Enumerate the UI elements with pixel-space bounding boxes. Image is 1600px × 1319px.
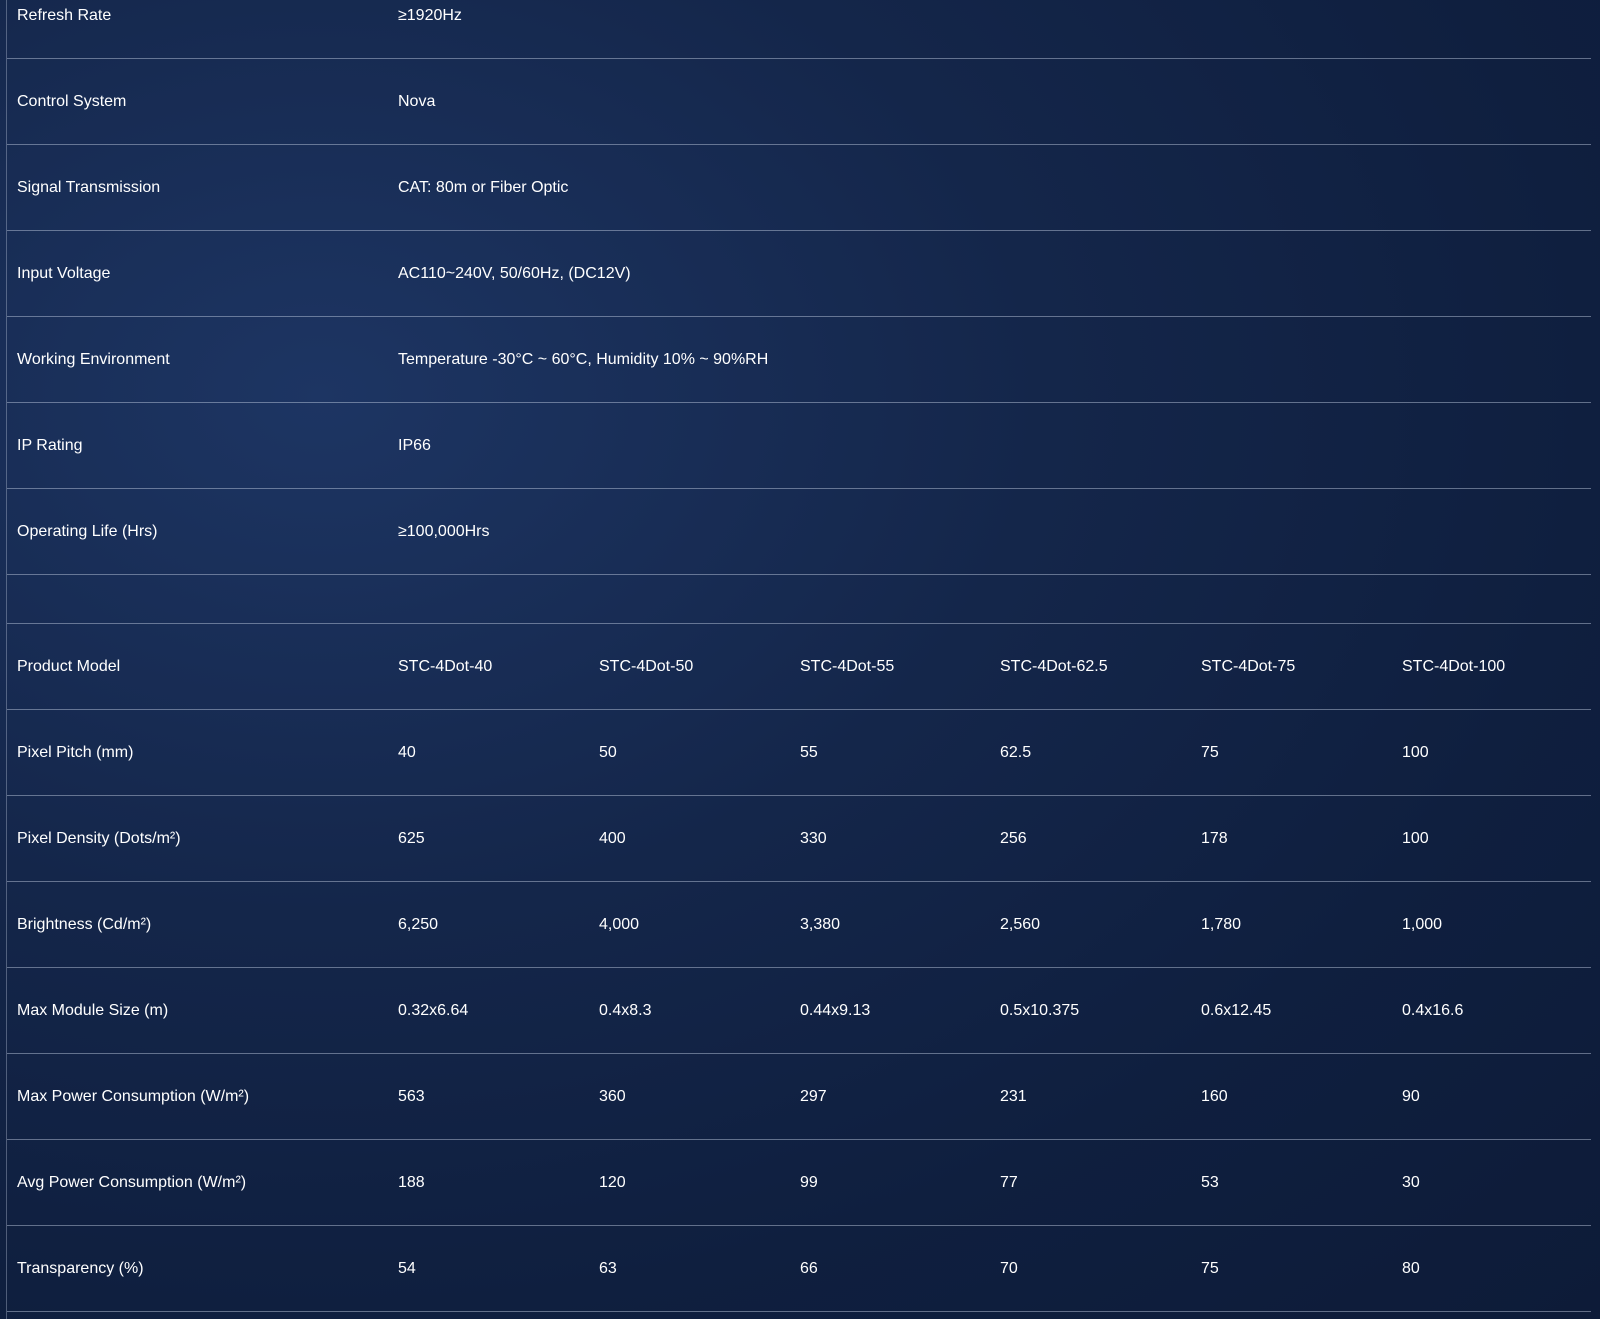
model-name: STC-4Dot-40 xyxy=(398,658,493,675)
table-cell: 90 xyxy=(1402,1088,1420,1105)
table-cell: 54 xyxy=(398,1260,416,1277)
table-cell: 6,250 xyxy=(398,916,439,933)
spec-label: Input Voltage xyxy=(17,265,111,282)
row-label: Product Model xyxy=(17,658,121,675)
table-cell: 55 xyxy=(800,744,818,761)
table-cell: 40 xyxy=(398,744,416,761)
spec-value: IP66 xyxy=(398,437,431,454)
spec-label: Operating Life (Hrs) xyxy=(17,523,158,540)
model-row-max-module-size: Max Module Size (m) 0.32x6.64 0.4x8.3 0.… xyxy=(7,968,1591,1054)
spec-value: ≥100,000Hrs xyxy=(398,523,490,540)
model-row-brightness: Brightness (Cd/m²) 6,250 4,000 3,380 2,5… xyxy=(7,882,1591,968)
spec-value: Temperature -30°C ~ 60°C, Humidity 10% ~… xyxy=(398,351,769,368)
model-row-transparency: Transparency (%) 54 63 66 70 75 80 xyxy=(7,1226,1591,1312)
spec-value: AC110~240V, 50/60Hz, (DC12V) xyxy=(398,265,631,282)
model-name: STC-4Dot-50 xyxy=(599,658,694,675)
spec-page: Refresh Rate ≥1920Hz Control System Nova… xyxy=(6,0,1591,1319)
model-row-avg-power: Avg Power Consumption (W/m²) 188 120 99 … xyxy=(7,1140,1591,1226)
table-cell: 0.32x6.64 xyxy=(398,1002,469,1019)
table-cell: 360 xyxy=(599,1088,626,1105)
table-cell: 625 xyxy=(398,830,425,847)
spec-label: Working Environment xyxy=(17,351,170,368)
table-cell: 563 xyxy=(398,1088,425,1105)
spec-row-input-voltage: Input Voltage AC110~240V, 50/60Hz, (DC12… xyxy=(7,231,1591,317)
spec-label: Control System xyxy=(17,93,127,110)
row-label: Brightness (Cd/m²) xyxy=(17,916,152,933)
table-cell: 75 xyxy=(1201,744,1219,761)
spec-value: ≥1920Hz xyxy=(398,7,462,24)
table-cell: 100 xyxy=(1402,744,1429,761)
row-label: Transparency (%) xyxy=(17,1260,144,1277)
table-spacer xyxy=(7,575,1591,624)
spec-row-signal-transmission: Signal Transmission CAT: 80m or Fiber Op… xyxy=(7,145,1591,231)
table-cell: 188 xyxy=(398,1174,425,1191)
table-cell: 53 xyxy=(1201,1174,1219,1191)
table-cell: 4,000 xyxy=(599,916,640,933)
spec-row-ip-rating: IP Rating IP66 xyxy=(7,403,1591,489)
table-cell: 231 xyxy=(1000,1088,1027,1105)
model-header-row: Product Model STC-4Dot-40 STC-4Dot-50 ST… xyxy=(7,624,1591,710)
spec-label: Signal Transmission xyxy=(17,179,161,196)
spec-row-working-environment: Working Environment Temperature -30°C ~ … xyxy=(7,317,1591,403)
row-label: Pixel Pitch (mm) xyxy=(17,744,134,761)
row-label: Max Power Consumption (W/m²) xyxy=(17,1088,250,1105)
table-cell: 75 xyxy=(1201,1260,1219,1277)
model-row-max-power: Max Power Consumption (W/m²) 563 360 297… xyxy=(7,1054,1591,1140)
model-comparison-table: Product Model STC-4Dot-40 STC-4Dot-50 ST… xyxy=(7,624,1591,1312)
table-cell: 0.6x12.45 xyxy=(1201,1002,1272,1019)
spec-row-control-system: Control System Nova xyxy=(7,59,1591,145)
table-cell: 256 xyxy=(1000,830,1027,847)
spec-row-operating-life: Operating Life (Hrs) ≥100,000Hrs xyxy=(7,489,1591,575)
table-cell: 30 xyxy=(1402,1174,1420,1191)
table-cell: 0.4x16.6 xyxy=(1402,1002,1464,1019)
table-cell: 99 xyxy=(800,1174,818,1191)
table-cell: 160 xyxy=(1201,1088,1228,1105)
spec-label: IP Rating xyxy=(17,437,83,454)
table-cell: 1,000 xyxy=(1402,916,1443,933)
table-cell: 62.5 xyxy=(1000,744,1032,761)
table-cell: 3,380 xyxy=(800,916,841,933)
model-name: STC-4Dot-62.5 xyxy=(1000,658,1108,675)
spec-value: CAT: 80m or Fiber Optic xyxy=(398,179,569,196)
table-cell: 66 xyxy=(800,1260,818,1277)
table-cell: 70 xyxy=(1000,1260,1018,1277)
row-label: Pixel Density (Dots/m²) xyxy=(17,830,181,847)
table-cell: 0.5x10.375 xyxy=(1000,1002,1080,1019)
row-label: Avg Power Consumption (W/m²) xyxy=(17,1174,247,1191)
model-name: STC-4Dot-100 xyxy=(1402,658,1506,675)
table-cell: 120 xyxy=(599,1174,626,1191)
table-cell: 0.44x9.13 xyxy=(800,1002,871,1019)
table-cell: 100 xyxy=(1402,830,1429,847)
table-cell: 80 xyxy=(1402,1260,1420,1277)
table-cell: 50 xyxy=(599,744,617,761)
table-cell: 2,560 xyxy=(1000,916,1041,933)
model-row-pixel-pitch: Pixel Pitch (mm) 40 50 55 62.5 75 100 xyxy=(7,710,1591,796)
table-cell: 297 xyxy=(800,1088,827,1105)
model-row-pixel-density: Pixel Density (Dots/m²) 625 400 330 256 … xyxy=(7,796,1591,882)
model-name: STC-4Dot-55 xyxy=(800,658,895,675)
row-label: Max Module Size (m) xyxy=(17,1002,169,1019)
table-cell: 77 xyxy=(1000,1174,1018,1191)
table-cell: 0.4x8.3 xyxy=(599,1002,652,1019)
table-cell: 1,780 xyxy=(1201,916,1242,933)
general-spec-table: Refresh Rate ≥1920Hz Control System Nova… xyxy=(7,0,1591,575)
table-cell: 400 xyxy=(599,830,626,847)
spec-row-refresh-rate: Refresh Rate ≥1920Hz xyxy=(7,0,1591,59)
spec-label: Refresh Rate xyxy=(17,7,112,24)
table-cell: 63 xyxy=(599,1260,617,1277)
model-name: STC-4Dot-75 xyxy=(1201,658,1296,675)
table-cell: 178 xyxy=(1201,830,1228,847)
spec-value: Nova xyxy=(398,93,436,110)
table-cell: 330 xyxy=(800,830,827,847)
